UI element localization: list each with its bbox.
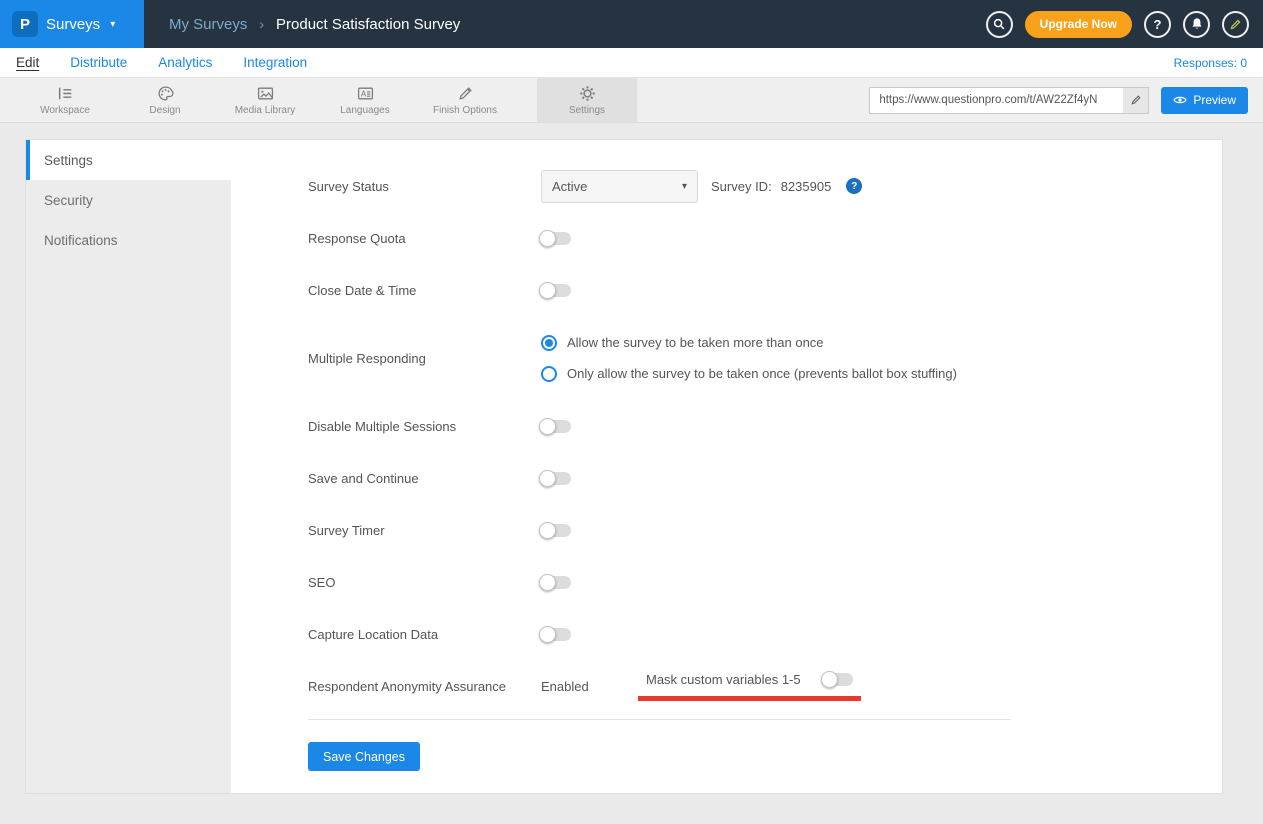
survey-url-input[interactable]	[869, 87, 1149, 114]
sidebar-item-settings[interactable]: Settings	[26, 140, 231, 180]
survey-status-select[interactable]: Active ▾	[541, 170, 698, 203]
brush-icon	[457, 85, 474, 102]
preview-button[interactable]: Preview	[1161, 87, 1248, 114]
toolbar-item-languages[interactable]: A Languages	[315, 78, 415, 122]
survey-nav-bar: Edit Distribute Analytics Integration Re…	[0, 48, 1263, 78]
respondent-anonymity-row: Respondent Anonymity Assurance Enabled M…	[308, 660, 1222, 712]
help-button[interactable]: ?	[1144, 11, 1171, 38]
radio-unselected-icon	[541, 366, 557, 382]
svg-text:A: A	[360, 89, 366, 98]
mask-custom-variables-toggle[interactable]	[823, 673, 853, 686]
breadcrumb-my-surveys[interactable]: My Surveys	[169, 16, 247, 33]
questionpro-logo: P	[12, 11, 38, 37]
save-changes-button[interactable]: Save Changes	[308, 742, 420, 771]
response-quota-toggle[interactable]	[541, 232, 571, 245]
disable-multiple-sessions-row: Disable Multiple Sessions	[308, 400, 1222, 452]
top-header: P Surveys ▾ My Surveys › Product Satisfa…	[0, 0, 1263, 48]
search-icon	[992, 17, 1006, 31]
seo-row: SEO	[308, 556, 1222, 608]
product-name: Surveys	[46, 16, 100, 33]
profile-button[interactable]	[1222, 11, 1249, 38]
multiple-responding-label: Multiple Responding	[308, 351, 541, 366]
save-and-continue-toggle[interactable]	[541, 472, 571, 485]
radio-selected-icon	[541, 335, 557, 351]
toolbar-item-settings[interactable]: Settings	[537, 78, 637, 122]
survey-status-label: Survey Status	[308, 179, 541, 194]
toolbar-item-design[interactable]: Design	[115, 78, 215, 122]
survey-timer-row: Survey Timer	[308, 504, 1222, 556]
settings-sidebar: Settings Security Notifications	[26, 140, 231, 793]
edit-toolbar: Workspace Design Media Library A Languag…	[0, 78, 1263, 123]
page-body: Settings Security Notifications Survey S…	[0, 123, 1263, 824]
notifications-button[interactable]	[1183, 11, 1210, 38]
eye-icon	[1173, 95, 1187, 105]
respondent-anonymity-label: Respondent Anonymity Assurance	[308, 679, 541, 694]
tab-analytics[interactable]: Analytics	[158, 55, 212, 70]
chevron-down-icon: ▾	[110, 19, 115, 30]
breadcrumb-separator: ›	[259, 16, 264, 32]
settings-card: Settings Security Notifications Survey S…	[25, 139, 1223, 794]
upgrade-now-button[interactable]: Upgrade Now	[1025, 11, 1132, 38]
response-quota-row: Response Quota	[308, 212, 1222, 264]
mask-custom-variables-label: Mask custom variables 1-5	[646, 672, 801, 687]
breadcrumb-current-survey: Product Satisfaction Survey	[276, 16, 460, 33]
translate-icon: A	[357, 85, 374, 102]
save-and-continue-row: Save and Continue	[308, 452, 1222, 504]
bell-icon	[1190, 17, 1204, 31]
seo-toggle[interactable]	[541, 576, 571, 589]
toolbar-item-finish-options[interactable]: Finish Options	[415, 78, 515, 122]
tab-edit[interactable]: Edit	[16, 55, 39, 70]
disable-multiple-sessions-toggle[interactable]	[541, 420, 571, 433]
chevron-down-icon: ▾	[682, 181, 687, 192]
close-date-time-row: Close Date & Time	[308, 264, 1222, 316]
survey-status-row: Survey Status Active ▾ Survey ID: 823590…	[308, 160, 1222, 212]
survey-id-label: Survey ID:	[711, 179, 772, 194]
radio-option-multiple-allowed[interactable]: Allow the survey to be taken more than o…	[541, 335, 957, 351]
survey-status-value: Active	[552, 179, 587, 194]
search-button[interactable]	[986, 11, 1013, 38]
toolbar-item-media-library[interactable]: Media Library	[215, 78, 315, 122]
multiple-responding-row: Multiple Responding Allow the survey to …	[308, 316, 1222, 400]
profile-pencil-icon	[1229, 18, 1242, 31]
settings-form: Survey Status Active ▾ Survey ID: 823590…	[231, 140, 1222, 793]
anonymity-status: Enabled	[541, 679, 646, 694]
capture-location-data-row: Capture Location Data	[308, 608, 1222, 660]
radio-option-once-only[interactable]: Only allow the survey to be taken once (…	[541, 366, 957, 382]
survey-id-help-icon[interactable]: ?	[846, 178, 862, 194]
breadcrumb: My Surveys › Product Satisfaction Survey	[169, 16, 460, 33]
mask-custom-variables-group: Mask custom variables 1-5	[638, 672, 861, 701]
toolbar-item-workspace[interactable]: Workspace	[15, 78, 115, 122]
tab-distribute[interactable]: Distribute	[70, 55, 127, 70]
responses-count[interactable]: Responses: 0	[1174, 56, 1247, 70]
survey-id-value: 8235905	[781, 179, 832, 194]
palette-icon	[157, 85, 174, 102]
tab-integration[interactable]: Integration	[243, 55, 307, 70]
close-date-time-toggle[interactable]	[541, 284, 571, 297]
workspace-icon	[57, 85, 74, 102]
capture-location-data-toggle[interactable]	[541, 628, 571, 641]
survey-timer-toggle[interactable]	[541, 524, 571, 537]
sidebar-item-notifications[interactable]: Notifications	[26, 220, 231, 260]
sidebar-item-security[interactable]: Security	[26, 180, 231, 220]
surveys-product-menu[interactable]: P Surveys ▾	[0, 0, 144, 48]
gear-icon	[579, 85, 596, 102]
image-icon	[257, 85, 274, 102]
edit-url-pencil-icon[interactable]	[1123, 88, 1148, 113]
form-divider	[308, 719, 1011, 720]
help-icon: ?	[1154, 17, 1162, 32]
